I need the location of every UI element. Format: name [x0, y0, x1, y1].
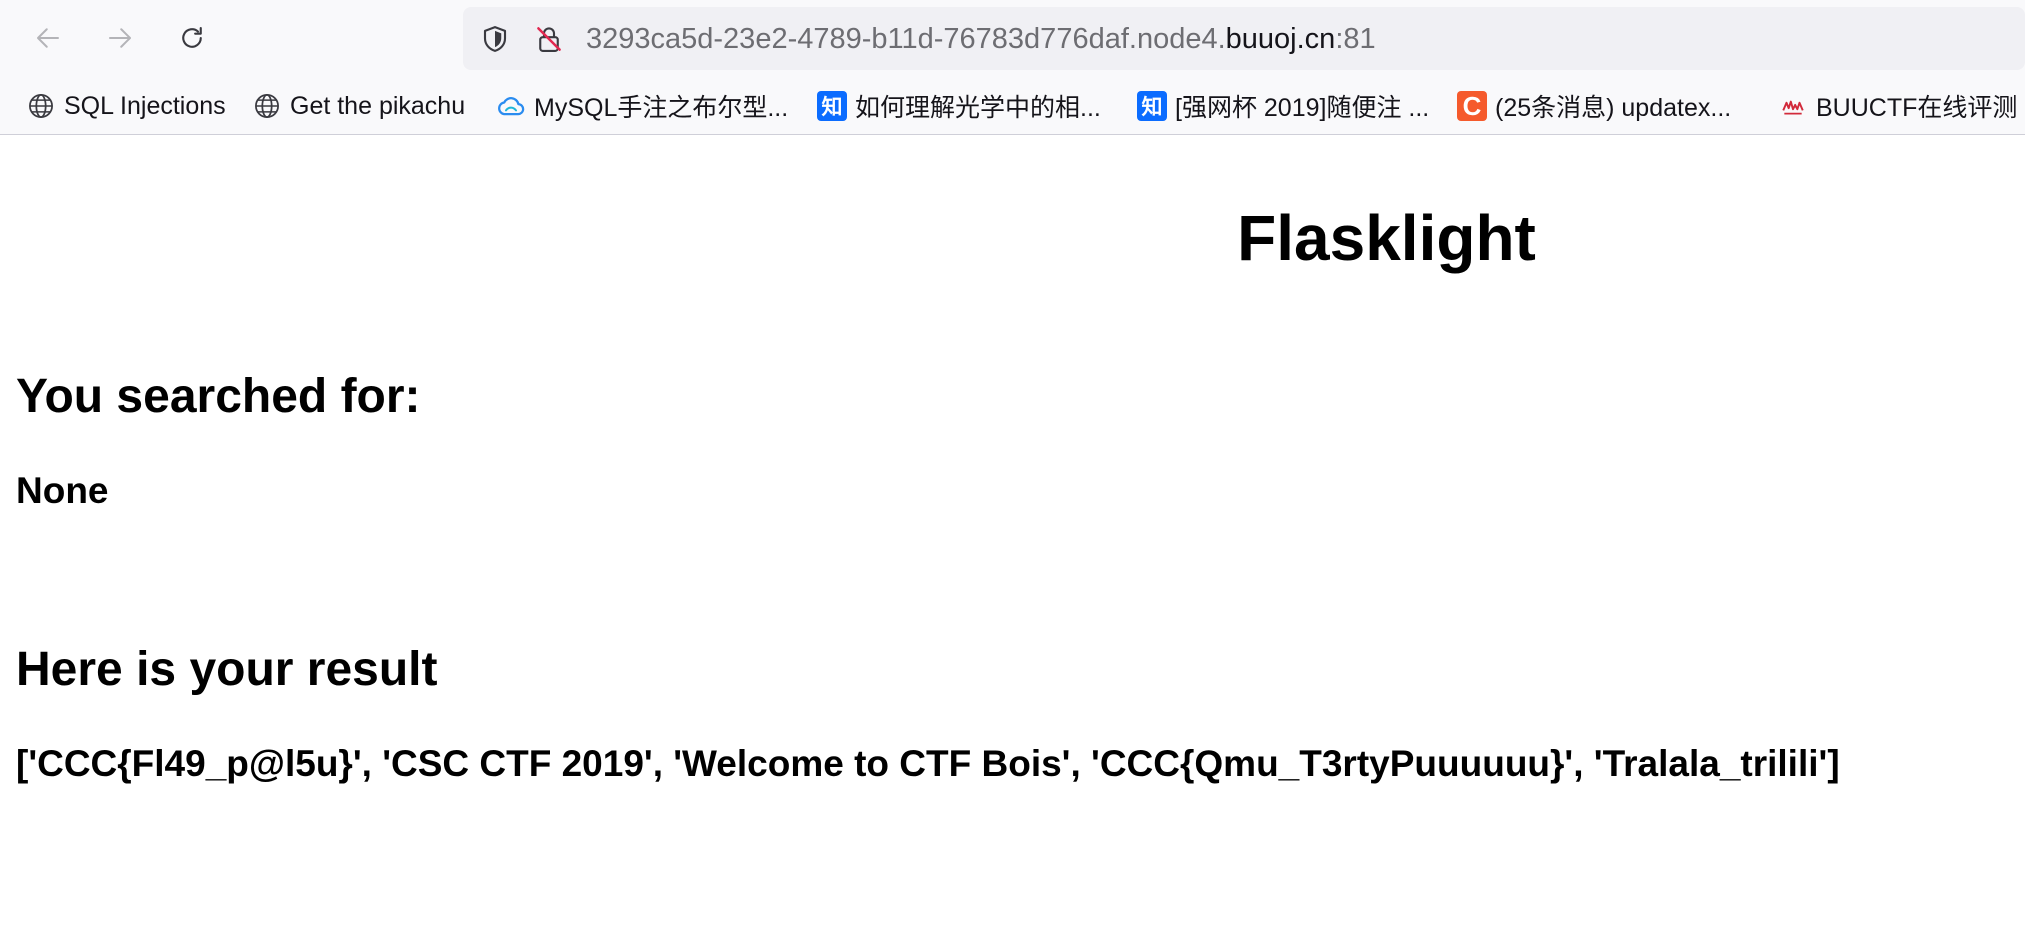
arrow-right-icon — [109, 28, 131, 48]
bookmark-buuctf[interactable]: BUUCTF在线评测 — [1778, 89, 2017, 123]
url-subdomain: 3293ca5d-23e2-4789-b11d-76783d776daf.nod… — [586, 23, 1226, 55]
bookmark-label: 如何理解光学中的相... — [855, 94, 1101, 122]
arrow-left-icon — [37, 28, 59, 48]
bookmark-label: SQL Injections — [64, 91, 226, 120]
reload-button[interactable] — [172, 18, 212, 58]
globe-icon — [26, 91, 56, 121]
searched-value: None — [16, 470, 109, 511]
bookmark-mysql[interactable]: MySQL手注之布尔型... — [496, 89, 788, 123]
zhihu-icon: 知 — [1137, 91, 1167, 121]
reload-icon — [182, 26, 202, 48]
browser-toolbar: 3293ca5d-23e2-4789-b11d-76783d776daf.nod… — [0, 0, 2025, 78]
shield-icon[interactable] — [479, 23, 511, 55]
bookmarks-toolbar: SQL Injections Get the pikachu MySQL手注之布… — [0, 78, 2025, 135]
address-bar[interactable]: 3293ca5d-23e2-4789-b11d-76783d776daf.nod… — [463, 7, 2025, 70]
url-host: buuoj.cn — [1225, 23, 1336, 55]
url-text[interactable]: 3293ca5d-23e2-4789-b11d-76783d776daf.nod… — [586, 23, 1376, 55]
searched-heading: You searched for: — [16, 370, 421, 423]
back-button[interactable] — [28, 18, 68, 58]
bookmark-sql-injections[interactable]: SQL Injections — [26, 89, 226, 123]
insecure-lock-icon[interactable] — [533, 23, 565, 55]
result-value: ['CCC{Fl49_p@l5u}', 'CSC CTF 2019', 'Wel… — [16, 743, 1840, 784]
bookmark-get-the-pikachu[interactable]: Get the pikachu — [252, 89, 465, 123]
bookmark-label: [强网杯 2019]随便注 ... — [1175, 94, 1430, 122]
bookmark-zhihu-qwb[interactable]: 知 [强网杯 2019]随便注 ... — [1137, 89, 1429, 123]
bookmark-zhihu-optics[interactable]: 知 如何理解光学中的相... — [817, 89, 1101, 123]
bookmark-csdn-updatexml[interactable]: C (25条消息) updatex... — [1457, 89, 1731, 123]
csdn-icon: C — [1457, 91, 1487, 121]
result-heading: Here is your result — [16, 643, 438, 696]
page-content: Flasklight You searched for: None Here i… — [0, 136, 2025, 935]
zhihu-icon: 知 — [817, 91, 847, 121]
bookmark-label: (25条消息) updatex... — [1495, 94, 1732, 122]
bookmark-label: BUUCTF在线评测 — [1816, 94, 2018, 122]
bookmark-label: MySQL手注之布尔型... — [534, 94, 789, 122]
buuctf-icon — [1778, 91, 1808, 121]
url-port: :81 — [1335, 23, 1376, 55]
forward-button[interactable] — [100, 18, 140, 58]
globe-icon — [252, 91, 282, 121]
page-title: Flasklight — [1237, 202, 1536, 274]
cloud-icon — [496, 91, 526, 121]
bookmark-label: Get the pikachu — [290, 91, 466, 120]
